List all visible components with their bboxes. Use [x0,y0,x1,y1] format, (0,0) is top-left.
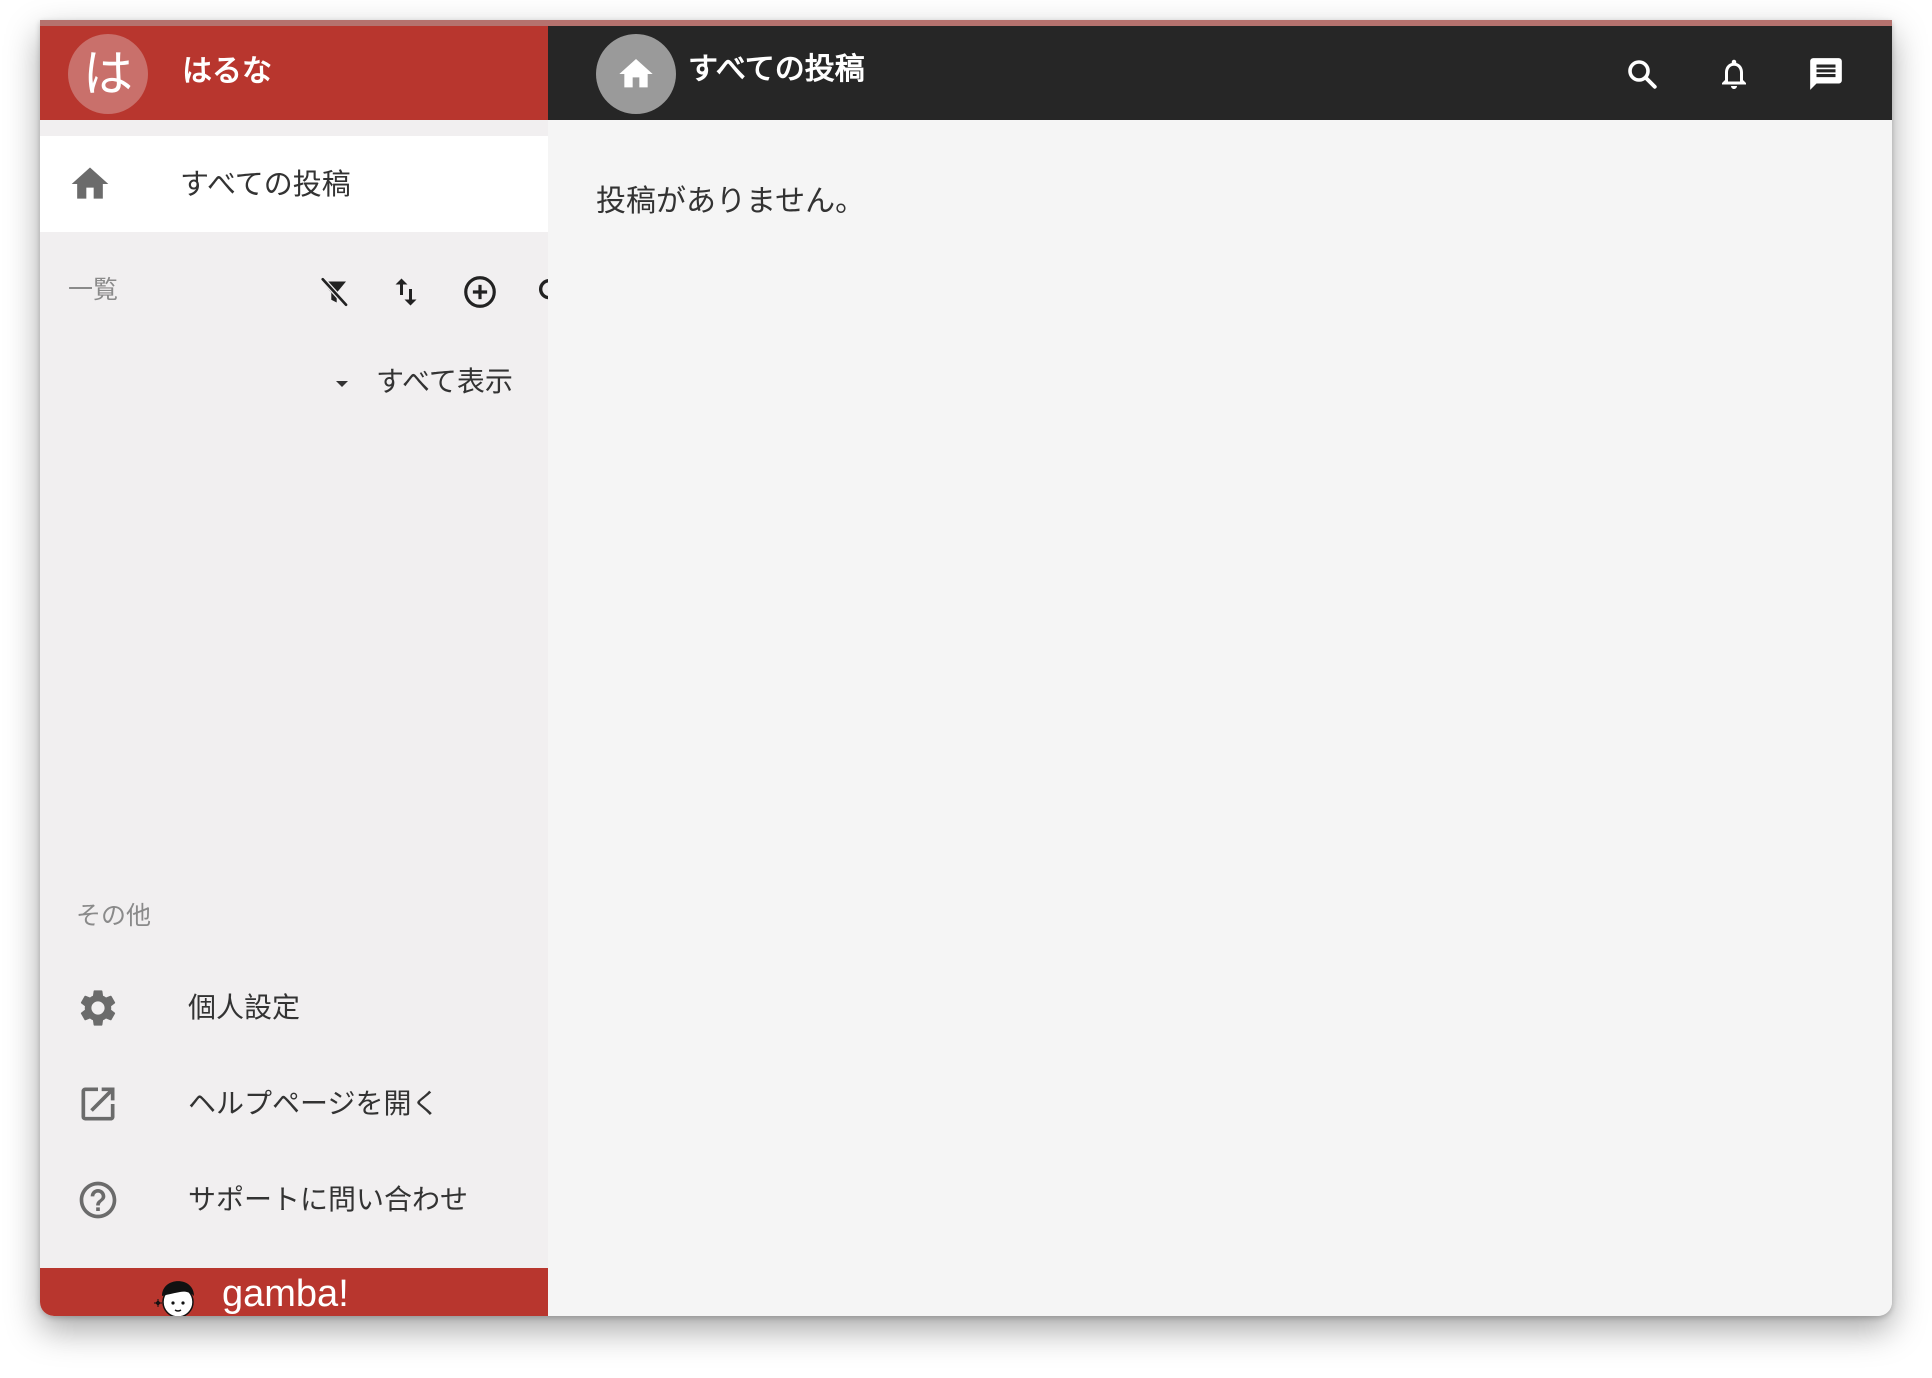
sidebar-item-label: ヘルプページを開く [188,1087,440,1120]
home-icon [71,167,109,199]
filter-off-icon [320,276,349,308]
mascot-face-icon [154,1281,194,1316]
sidebar: は はるな すべての投稿 一覧 すべて表示 その他 個人設定 ヘルプページを開く… [40,26,566,1316]
footer-logo-bar: gamba! [40,1268,548,1316]
gamba-logo: gamba! [222,1273,349,1315]
sidebar-item-label: サポートに問い合わせ [188,1183,469,1216]
bell-icon [1722,59,1746,89]
sort-button[interactable] [382,268,430,316]
open-in-new-icon [81,1087,115,1121]
home-button[interactable] [596,34,676,114]
other-section-title: その他 [76,901,152,930]
sidebar-item-contact-support[interactable]: サポートに問い合わせ [40,1160,548,1240]
sidebar-item-label: すべての投稿 [180,167,351,201]
sidebar-item-personal-settings[interactable]: 個人設定 [40,968,548,1048]
messages-button[interactable] [1802,50,1850,98]
empty-posts-message: 投稿がありません。 [596,184,866,219]
add-circle-icon [464,276,496,308]
list-section-header: 一覧 [40,262,566,322]
team-avatar: は [68,34,148,114]
team-header[interactable]: は はるな [40,26,548,120]
search-button[interactable] [1618,50,1666,98]
app-bar: すべての投稿 [548,26,1892,120]
add-list-button[interactable] [456,268,504,316]
sidebar-item-label: 個人設定 [188,991,301,1024]
filter-off-button[interactable] [310,268,358,316]
help-circle-icon [79,1181,117,1219]
sidebar-item-all-posts[interactable]: すべての投稿 [40,136,548,232]
show-all-label: すべて表示 [376,365,513,398]
list-section-title: 一覧 [68,275,119,304]
caret-down-icon [336,381,348,387]
message-icon [1810,58,1842,90]
app-window: は はるな すべての投稿 一覧 すべて表示 その他 個人設定 ヘルプページを開く… [40,20,1892,1316]
main-content: 投稿がありません。 [548,120,1892,1316]
notifications-button[interactable] [1710,50,1758,98]
page-title: すべての投稿 [688,52,865,87]
sidebar-item-help-page[interactable]: ヘルプページを開く [40,1064,548,1144]
search-icon [1628,60,1657,89]
gear-icon [80,990,116,1026]
home-icon [619,59,653,88]
team-name: はるな [182,54,272,89]
swap-vertical-icon [395,278,417,306]
